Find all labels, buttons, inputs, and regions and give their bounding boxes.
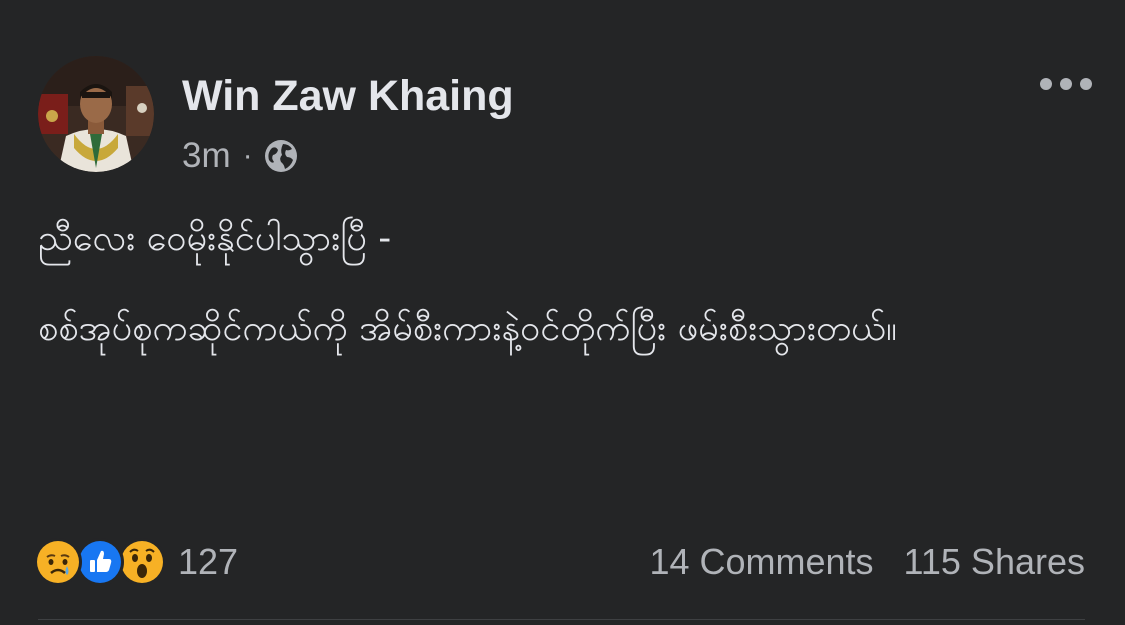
meta-separator: · [242, 139, 253, 172]
reactions-summary[interactable]: 127 [34, 536, 238, 588]
sad-reaction-icon [34, 538, 82, 586]
bottom-divider [38, 619, 1085, 620]
more-options-button[interactable] [1036, 62, 1096, 106]
post-timestamp[interactable]: 3m [182, 136, 231, 176]
author-avatar[interactable] [38, 56, 154, 172]
post-meta: 3m · [182, 132, 299, 180]
reaction-count: 127 [178, 541, 239, 582]
author-name[interactable]: Win Zaw Khaing [182, 68, 514, 124]
shares-count-link[interactable]: 115 Shares [904, 541, 1085, 583]
post-text: ညီလေး ဝေမိုးနိုင်ပါသွားပြီ - စစ်အုပ်စုကဆ… [38, 210, 1103, 358]
like-reaction-icon [76, 538, 124, 586]
post-text-line-1: ညီလေး ဝေမိုးနိုင်ပါသွားပြီ - [38, 218, 392, 259]
more-options-icon [1040, 78, 1092, 90]
comments-count-link[interactable]: 14 Comments [649, 541, 873, 583]
engagement-counts: 14 Comments 115 Shares [649, 536, 1085, 588]
globe-icon [263, 138, 299, 174]
post-text-line-2: စစ်အုပ်စုကဆိုင်ကယ်ကို အိမ်စီးကားနဲ့ဝင်တိ… [38, 308, 897, 349]
facebook-post: Win Zaw Khaing 3m · ညီလေး ဝေမိုးနိုင်ပါသ… [0, 0, 1125, 625]
wow-reaction-icon [118, 538, 166, 586]
